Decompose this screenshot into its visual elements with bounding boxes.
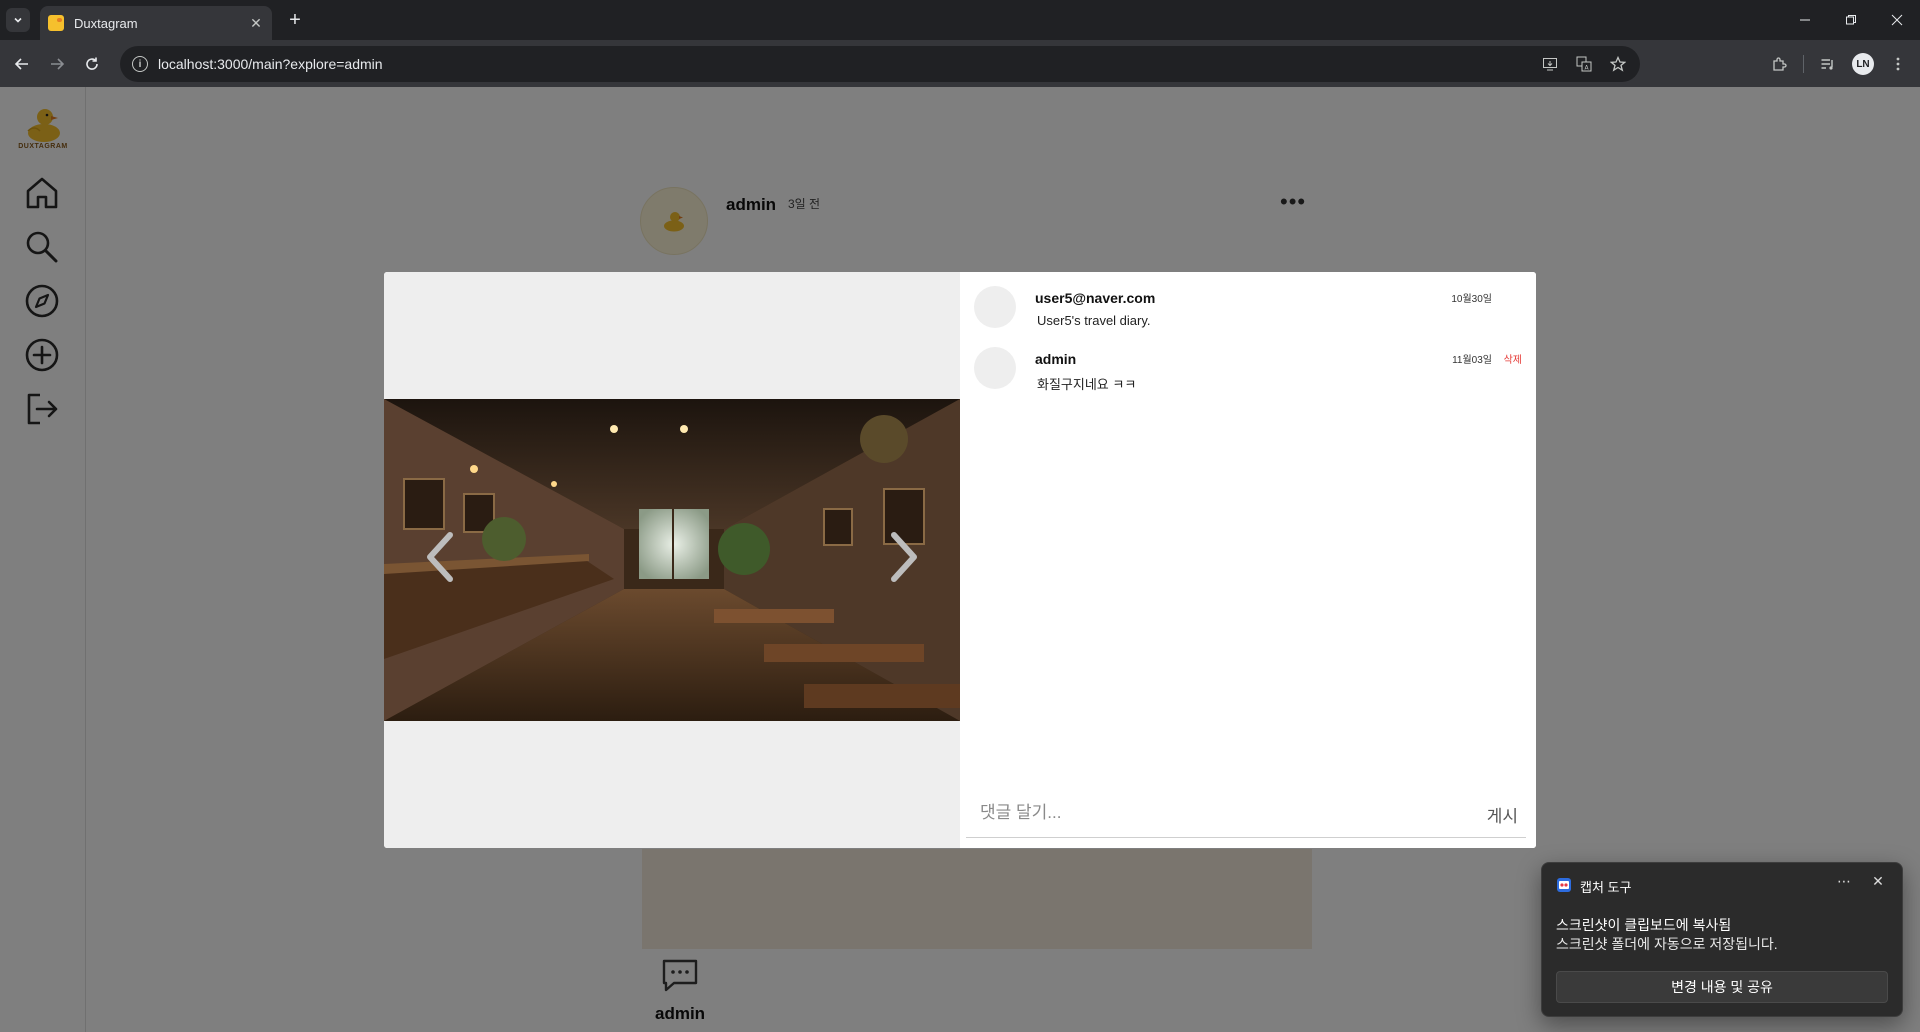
post-detail-modal: user5@naver.com User5's travel diary. 10… (384, 272, 1536, 848)
comment-author[interactable]: admin (1035, 351, 1076, 367)
comment-author[interactable]: user5@naver.com (1035, 290, 1155, 306)
close-icon (1891, 14, 1903, 26)
chevron-down-icon (14, 17, 22, 23)
delete-comment-button[interactable]: 삭제 (1504, 351, 1522, 366)
tab-search-button[interactable] (6, 8, 30, 32)
post-comment-button[interactable]: 게시 (1487, 802, 1518, 827)
comment-date: 11월03일 (1452, 355, 1492, 366)
browser-tab-bar: Duxtagram ✕ + (0, 0, 1920, 40)
avatar[interactable] (974, 286, 1016, 328)
comments-panel: user5@naver.com User5's travel diary. 10… (960, 272, 1536, 848)
browser-toolbar: i localhost:3000/main?explore=admin A LN (0, 40, 1920, 87)
arrow-right-icon (51, 58, 65, 70)
extensions-icon[interactable] (1765, 50, 1793, 78)
restore-button[interactable] (1828, 0, 1874, 40)
media-control-icon[interactable] (1814, 50, 1842, 78)
reload-button[interactable] (78, 50, 106, 78)
window-controls (1782, 0, 1920, 40)
toolbar-right: LN (1765, 50, 1912, 78)
comment-date: 10월30일 (1451, 294, 1492, 305)
toast-close-button[interactable]: ✕ (1866, 873, 1890, 893)
close-window-button[interactable] (1874, 0, 1920, 40)
next-image-button[interactable] (884, 527, 924, 587)
bookmark-star-icon[interactable] (1608, 54, 1628, 74)
restore-icon (1846, 15, 1856, 25)
prev-image-button[interactable] (420, 527, 460, 587)
post-photo (384, 399, 960, 721)
chevron-left-icon (427, 532, 453, 582)
minimize-icon (1800, 19, 1810, 21)
profile-avatar[interactable]: LN (1852, 53, 1874, 75)
chevron-right-icon (891, 532, 917, 582)
toast-message: 스크린샷 폴더에 자동으로 저장됩니다. (1556, 936, 1778, 952)
duck-favicon-icon (48, 15, 64, 31)
modal-media-panel (384, 272, 960, 848)
tab-title: Duxtagram (74, 15, 138, 31)
snipping-tool-icon (1557, 878, 1571, 892)
cafe-interior-image (384, 399, 960, 721)
address-bar[interactable]: i localhost:3000/main?explore=admin A (120, 46, 1640, 82)
reload-icon (86, 57, 98, 70)
snipping-tool-notification[interactable]: 캡처 도구 ⋯ ✕ 스크린샷이 클립보드에 복사됨 스크린샷 폴더에 자동으로 … (1541, 862, 1903, 1017)
new-tab-button[interactable]: + (282, 8, 308, 34)
comment-item: user5@naver.com User5's travel diary. 10… (974, 286, 1524, 336)
tab-duxtagram[interactable]: Duxtagram ✕ (40, 6, 272, 40)
comment-text: User5's travel diary. (1037, 313, 1151, 328)
comment-item: admin 화질구지네요 ㅋㅋ 11월03일 삭제 (974, 347, 1524, 397)
arrow-left-icon (14, 58, 28, 70)
edit-and-share-button[interactable]: 변경 내용 및 공유 (1556, 971, 1888, 1003)
translate-icon[interactable]: A (1574, 54, 1594, 74)
browser-menu-icon[interactable] (1884, 50, 1912, 78)
toolbar-separator (1803, 55, 1804, 73)
back-button[interactable] (8, 50, 36, 78)
forward-button[interactable] (43, 50, 71, 78)
comment-form: 게시 (966, 790, 1526, 838)
site-info-icon[interactable]: i (132, 56, 148, 72)
avatar[interactable] (974, 347, 1016, 389)
url-text[interactable]: localhost:3000/main?explore=admin (158, 56, 383, 72)
toast-title: 스크린샷이 클립보드에 복사됨 (1556, 917, 1732, 933)
comment-input[interactable] (980, 798, 1440, 828)
minimize-button[interactable] (1782, 0, 1828, 40)
omnibox-actions: A (1540, 54, 1628, 74)
install-app-icon[interactable] (1540, 54, 1560, 74)
tab-close-button[interactable]: ✕ (248, 15, 264, 32)
toast-app-name: 캡처 도구 (1580, 880, 1632, 895)
comment-text: 화질구지네요 ㅋㅋ (1037, 377, 1137, 392)
toast-more-button[interactable]: ⋯ (1832, 873, 1856, 893)
